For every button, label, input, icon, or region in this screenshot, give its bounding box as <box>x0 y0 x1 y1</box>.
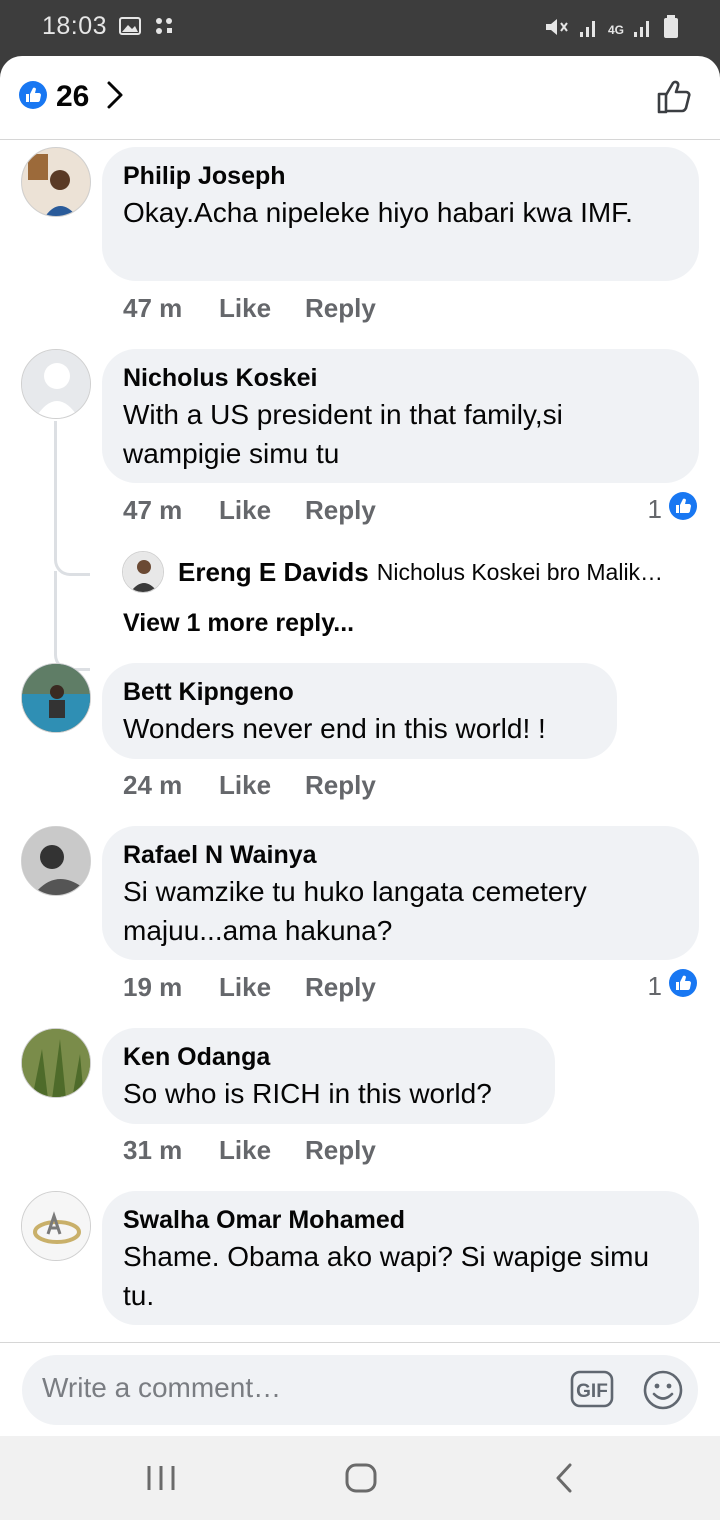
comment-author[interactable]: Ken Odanga <box>123 1042 533 1072</box>
comment-meta: 31 m Like Reply <box>123 1135 376 1166</box>
status-time: 18:03 <box>42 12 108 40</box>
like-button[interactable]: Like <box>219 495 305 526</box>
reply-preview[interactable]: Ereng E Davids Nicholus Koskei bro Malik… <box>122 551 663 593</box>
comment-text: So who is RICH in this world? <box>123 1078 492 1109</box>
chevron-right-icon <box>105 80 125 115</box>
like-button[interactable]: Like <box>219 293 305 324</box>
home-icon[interactable] <box>344 1462 378 1499</box>
network-type-label: 4G <box>607 22 624 37</box>
comment-text: Wonders never end in this world! ! <box>123 713 546 744</box>
comment-bubble[interactable]: Philip Joseph Okay.Acha nipeleke hiyo ha… <box>102 147 699 281</box>
comment-meta: 47 m Like Reply <box>123 293 376 324</box>
comment-bubble[interactable]: Nicholus Koskei With a US president in t… <box>102 349 699 483</box>
vpn-key-icon <box>152 14 176 43</box>
recents-icon[interactable] <box>144 1462 178 1499</box>
mute-icon <box>544 15 570 44</box>
signal-icon <box>578 15 600 44</box>
comment-meta: 24 m Like Reply <box>123 770 376 801</box>
reply-button[interactable]: Reply <box>305 770 376 801</box>
thread-line <box>54 521 90 576</box>
composer-area: Write a comment… GIF <box>0 1342 720 1436</box>
gif-icon[interactable]: GIF <box>570 1369 614 1414</box>
comment-input-placeholder: Write a comment… <box>42 1372 282 1403</box>
comment-reactions[interactable]: 1 <box>648 491 698 528</box>
status-bar: 18:03 4G <box>0 0 720 56</box>
comment-author[interactable]: Philip Joseph <box>123 161 677 191</box>
thread-line <box>54 571 90 671</box>
like-button[interactable]: Like <box>219 972 305 1003</box>
like-reaction-icon <box>668 491 698 528</box>
emoji-icon[interactable] <box>642 1369 684 1416</box>
gallery-icon <box>118 14 142 43</box>
comment-time: 19 m <box>123 972 183 1002</box>
comment-author[interactable]: Bett Kipngeno <box>123 677 595 707</box>
like-button[interactable]: Like <box>219 770 305 801</box>
comment-bubble[interactable]: Swalha Omar Mohamed Shame. Obama ako wap… <box>102 1191 699 1325</box>
comment-text: Si wamzike tu huko langata cemetery maju… <box>123 876 587 946</box>
comment-meta: 47 m Like Reply <box>123 495 376 526</box>
comment-text: With a US president in that family,si wa… <box>123 399 563 469</box>
comment-author[interactable]: Nicholus Koskei <box>123 363 677 393</box>
avatar[interactable] <box>21 349 91 419</box>
signal-icon <box>632 15 654 44</box>
avatar[interactable] <box>122 551 164 593</box>
comment-bubble[interactable]: Bett Kipngeno Wonders never end in this … <box>102 663 617 759</box>
gif-label: GIF <box>576 1381 608 1402</box>
comment-input[interactable]: Write a comment… GIF <box>22 1355 698 1425</box>
comment-author[interactable]: Swalha Omar Mohamed <box>123 1205 677 1235</box>
avatar[interactable] <box>21 826 91 896</box>
comment-meta: 19 m Like Reply <box>123 972 376 1003</box>
reaction-count: 1 <box>647 971 662 1001</box>
back-icon[interactable] <box>550 1462 580 1499</box>
reply-button[interactable]: Reply <box>305 293 376 324</box>
comment-reactions[interactable]: 1 <box>648 968 698 1005</box>
avatar[interactable] <box>21 147 91 217</box>
like-button[interactable]: Like <box>219 1135 305 1166</box>
comment-bubble[interactable]: Rafael N Wainya Si wamzike tu huko langa… <box>102 826 699 960</box>
avatar[interactable] <box>21 1191 91 1261</box>
comment-time: 47 m <box>123 495 183 525</box>
avatar[interactable] <box>21 663 91 733</box>
battery-icon <box>662 14 680 45</box>
comment-text: Okay.Acha nipeleke hiyo habari kwa IMF. <box>123 197 633 228</box>
thread-line <box>54 421 57 521</box>
reply-button[interactable]: Reply <box>305 1135 376 1166</box>
comment-text: Shame. Obama ako wapi? Si wapige simu tu… <box>123 1241 650 1311</box>
sheet-header: 26 <box>0 56 720 140</box>
avatar[interactable] <box>21 1028 91 1098</box>
reply-button[interactable]: Reply <box>305 495 376 526</box>
reply-button[interactable]: Reply <box>305 972 376 1003</box>
reaction-summary[interactable]: 26 <box>18 80 125 114</box>
view-more-replies[interactable]: View 1 more reply... <box>123 609 354 638</box>
comment-time: 31 m <box>123 1135 183 1165</box>
like-count: 26 <box>56 80 90 113</box>
comment-bubble[interactable]: Ken Odanga So who is RICH in this world? <box>102 1028 555 1124</box>
reply-text: Nicholus Koskei bro Malik… <box>376 558 664 585</box>
reply-author[interactable]: Ereng E Davids <box>178 557 369 588</box>
comment-author[interactable]: Rafael N Wainya <box>123 840 677 870</box>
comments-sheet: 26 Philip Joseph Okay.Acha nipeleke hiyo… <box>0 56 720 1436</box>
comment-list: Philip Joseph Okay.Acha nipeleke hiyo ha… <box>0 141 720 1341</box>
like-reaction-icon <box>18 80 48 115</box>
reaction-count: 1 <box>647 494 662 524</box>
comment-time: 47 m <box>123 293 183 323</box>
thumbs-up-icon[interactable] <box>656 78 694 121</box>
system-nav-bar <box>0 1436 720 1520</box>
like-reaction-icon <box>668 968 698 1005</box>
comment-time: 24 m <box>123 770 183 800</box>
